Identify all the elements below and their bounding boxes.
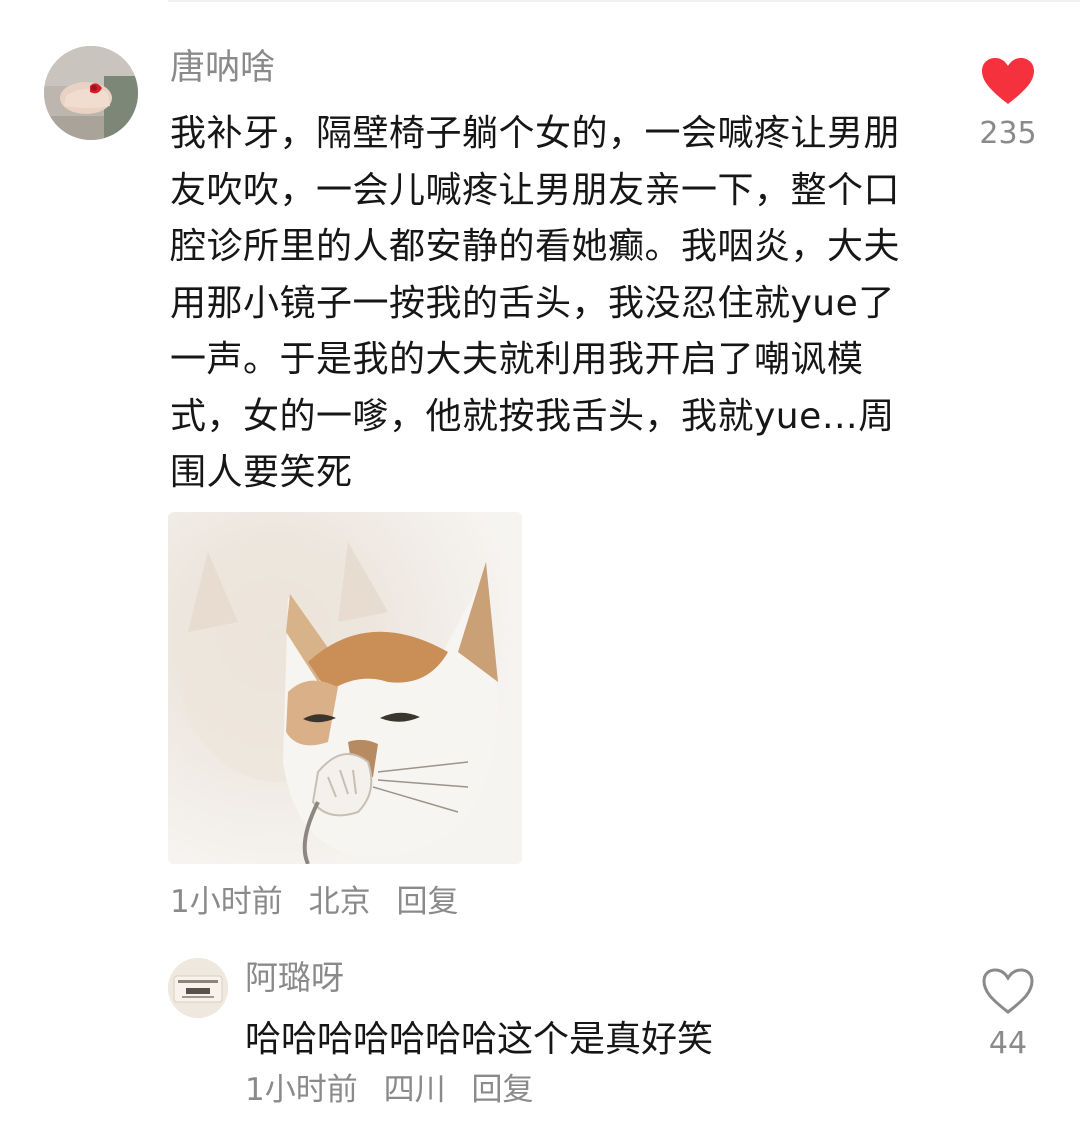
heart-outline-icon [982, 968, 1034, 1014]
heart-filled-icon [982, 58, 1034, 104]
sticker-drawing [168, 512, 522, 864]
comment-meta: 1小时前 北京 回复 [170, 880, 474, 924]
reply-time: 1小时前 [245, 1072, 358, 1108]
comment-text: 我补牙，隔壁椅子躺个女的，一会喊疼让男朋友吹吹，一会儿喊疼让男朋友亲一下，整个口… [170, 113, 901, 493]
avatar-image [44, 46, 138, 140]
reply-like-count: 44 [988, 1026, 1028, 1061]
reply-text: 哈哈哈哈哈哈哈这个是真好笑 [245, 1019, 714, 1060]
cat-sticker-image[interactable] [168, 512, 522, 864]
username[interactable]: 唐呐啥 [170, 46, 275, 90]
reply-location: 四川 [383, 1072, 446, 1108]
comment-time: 1小时前 [170, 884, 283, 920]
reply-meta: 1小时前 四川 回复 [245, 1068, 549, 1112]
like-button[interactable]: 235 [970, 56, 1046, 154]
like-count: 235 [979, 116, 1037, 151]
reply-button[interactable]: 回复 [396, 884, 458, 920]
reply-avatar[interactable] [168, 958, 228, 1018]
reply-avatar-image [168, 958, 228, 1018]
comment-location: 北京 [308, 884, 371, 920]
reply-username[interactable]: 阿璐呀 [245, 956, 344, 1000]
top-divider [168, 0, 1080, 2]
avatar[interactable] [44, 46, 138, 140]
reply-like-button[interactable]: 44 [970, 966, 1046, 1064]
reply-reply-button[interactable]: 回复 [471, 1072, 533, 1108]
